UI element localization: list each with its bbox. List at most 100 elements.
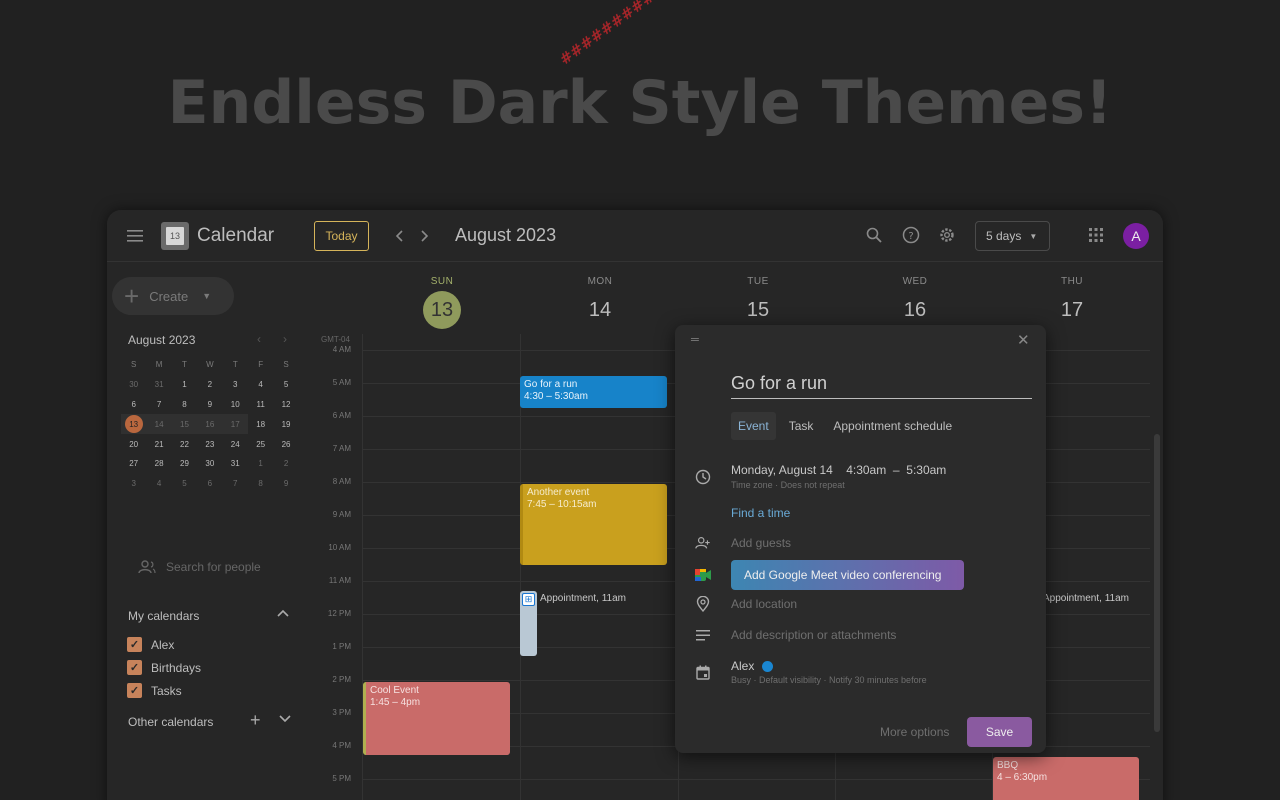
chevron-up-icon[interactable] bbox=[277, 606, 289, 620]
mini-day[interactable]: 15 bbox=[171, 414, 198, 435]
mini-day[interactable]: 25 bbox=[248, 434, 273, 454]
mini-day[interactable]: 28 bbox=[146, 454, 171, 474]
mini-day[interactable]: 31 bbox=[223, 454, 248, 474]
mini-day[interactable]: 6 bbox=[121, 395, 146, 415]
plus-icon[interactable]: + bbox=[250, 710, 261, 731]
mini-day[interactable]: 9 bbox=[197, 395, 222, 415]
checkbox-checked-icon[interactable]: ✓ bbox=[127, 683, 142, 698]
mini-day[interactable]: 4 bbox=[248, 375, 273, 395]
save-button[interactable]: Save bbox=[967, 717, 1032, 747]
mini-day[interactable]: 30 bbox=[121, 375, 146, 395]
avatar[interactable]: A bbox=[1123, 223, 1149, 249]
checkbox-checked-icon[interactable]: ✓ bbox=[127, 660, 142, 675]
find-a-time-link[interactable]: Find a time bbox=[731, 506, 790, 520]
calendar-item-alex[interactable]: ✓ Alex bbox=[127, 637, 174, 652]
gear-icon[interactable] bbox=[936, 224, 958, 246]
mini-day[interactable]: 7 bbox=[146, 395, 171, 415]
day-header-tue[interactable]: TUE 15 bbox=[679, 276, 837, 329]
mini-day[interactable]: 16 bbox=[197, 414, 223, 435]
today-button[interactable]: Today bbox=[314, 221, 369, 251]
mini-day[interactable]: 9 bbox=[273, 474, 298, 494]
mini-day[interactable]: 6 bbox=[197, 474, 222, 494]
event-go-for-a-run[interactable]: Go for a run 4:30 – 5:30am bbox=[520, 376, 667, 408]
drag-handle-icon[interactable]: ═ bbox=[691, 334, 699, 346]
mini-day[interactable]: 30 bbox=[197, 454, 222, 474]
mini-day[interactable]: 5 bbox=[273, 375, 298, 395]
mini-day[interactable]: 7 bbox=[223, 474, 248, 494]
grid-scrollbar[interactable] bbox=[1154, 434, 1160, 732]
mini-day[interactable]: 24 bbox=[223, 434, 248, 454]
calendar-item-tasks[interactable]: ✓ Tasks bbox=[127, 683, 182, 698]
mini-day[interactable]: 18 bbox=[248, 414, 273, 434]
mini-day[interactable]: 3 bbox=[121, 474, 146, 494]
my-calendars-title[interactable]: My calendars bbox=[128, 609, 199, 623]
view-selector[interactable]: 5 days ▼ bbox=[975, 221, 1050, 251]
day-header-mon[interactable]: MON 14 bbox=[521, 276, 679, 329]
apps-grid-icon[interactable] bbox=[1085, 224, 1107, 246]
other-calendars-title[interactable]: Other calendars bbox=[128, 715, 213, 729]
create-button[interactable]: + Create ▼ bbox=[112, 277, 234, 315]
mini-day[interactable]: 2 bbox=[273, 454, 298, 474]
checkbox-checked-icon[interactable]: ✓ bbox=[127, 637, 142, 652]
mini-day[interactable]: 1 bbox=[248, 454, 273, 474]
day-header-thu[interactable]: THU 17 bbox=[993, 276, 1151, 329]
day-number[interactable]: 15 bbox=[739, 291, 777, 329]
mini-day[interactable]: 3 bbox=[223, 375, 248, 395]
day-number[interactable]: 14 bbox=[581, 291, 619, 329]
mini-day[interactable]: 1 bbox=[172, 375, 197, 395]
calendar-owner-selector[interactable]: Alex bbox=[731, 659, 774, 673]
mini-day[interactable]: 11 bbox=[248, 395, 273, 415]
add-guests-input[interactable]: Add guests bbox=[731, 536, 791, 550]
mini-day[interactable]: 19 bbox=[273, 414, 298, 434]
event-bbq[interactable]: BBQ 4 – 6:30pm bbox=[993, 757, 1139, 800]
mini-day[interactable]: 12 bbox=[273, 395, 298, 415]
more-options-button[interactable]: More options bbox=[880, 725, 949, 739]
tab-event[interactable]: Event bbox=[731, 412, 776, 440]
mini-day[interactable]: 20 bbox=[121, 434, 146, 454]
mini-day[interactable]: 14 bbox=[146, 414, 172, 435]
day-number[interactable]: 17 bbox=[1053, 291, 1091, 329]
mini-day[interactable]: 2 bbox=[197, 375, 222, 395]
close-icon[interactable]: ✕ bbox=[1017, 331, 1030, 349]
mini-day[interactable]: 17 bbox=[222, 414, 248, 435]
mini-day[interactable]: 13 bbox=[121, 414, 147, 435]
event-appointment-thu-title[interactable]: Appointment, 11am bbox=[1043, 593, 1149, 604]
add-google-meet-button[interactable]: Add Google Meet video conferencing bbox=[731, 560, 964, 590]
menu-icon[interactable] bbox=[123, 224, 147, 248]
mini-day[interactable]: 10 bbox=[223, 395, 248, 415]
mini-day[interactable]: 23 bbox=[197, 434, 222, 454]
event-cool-event[interactable]: Cool Event 1:45 – 4pm bbox=[363, 682, 510, 755]
event-date[interactable]: Monday, August 14 bbox=[731, 463, 833, 477]
mini-day[interactable]: 22 bbox=[172, 434, 197, 454]
mini-prev-icon[interactable]: ‹ bbox=[257, 332, 261, 346]
search-icon[interactable] bbox=[863, 224, 885, 246]
event-appointment-bar[interactable]: ⊞ bbox=[520, 591, 537, 656]
event-datetime[interactable]: Monday, August 14 4:30am – 5:30am bbox=[731, 463, 946, 477]
mini-day[interactable]: 8 bbox=[248, 474, 273, 494]
mini-next-icon[interactable]: › bbox=[283, 332, 287, 346]
chevron-left-icon[interactable] bbox=[389, 224, 409, 248]
mini-day[interactable]: 31 bbox=[146, 375, 171, 395]
tab-appointment-schedule[interactable]: Appointment schedule bbox=[826, 412, 959, 440]
mini-day[interactable]: 26 bbox=[273, 434, 298, 454]
event-another-event[interactable]: Another event 7:45 – 10:15am bbox=[520, 484, 667, 565]
day-header-sun[interactable]: SUN 13 bbox=[363, 276, 521, 329]
chevron-down-icon[interactable] bbox=[279, 714, 291, 726]
add-description-input[interactable]: Add description or attachments bbox=[731, 628, 896, 642]
event-appointment-title[interactable]: Appointment, 11am bbox=[540, 593, 626, 604]
add-location-input[interactable]: Add location bbox=[731, 597, 797, 611]
day-header-wed[interactable]: WED 16 bbox=[836, 276, 994, 329]
tab-task[interactable]: Task bbox=[782, 412, 821, 440]
chevron-right-icon[interactable] bbox=[415, 224, 435, 248]
search-people-input[interactable]: Search for people bbox=[138, 560, 261, 574]
help-icon[interactable]: ? bbox=[900, 224, 922, 246]
event-start[interactable]: 4:30am bbox=[846, 463, 886, 477]
mini-day[interactable]: 29 bbox=[172, 454, 197, 474]
event-title-input[interactable]: Go for a run bbox=[731, 373, 1032, 399]
day-number[interactable]: 16 bbox=[896, 291, 934, 329]
mini-day[interactable]: 5 bbox=[172, 474, 197, 494]
calendar-item-birthdays[interactable]: ✓ Birthdays bbox=[127, 660, 201, 675]
mini-day[interactable]: 27 bbox=[121, 454, 146, 474]
event-end[interactable]: 5:30am bbox=[906, 463, 946, 477]
day-number[interactable]: 13 bbox=[423, 291, 461, 329]
